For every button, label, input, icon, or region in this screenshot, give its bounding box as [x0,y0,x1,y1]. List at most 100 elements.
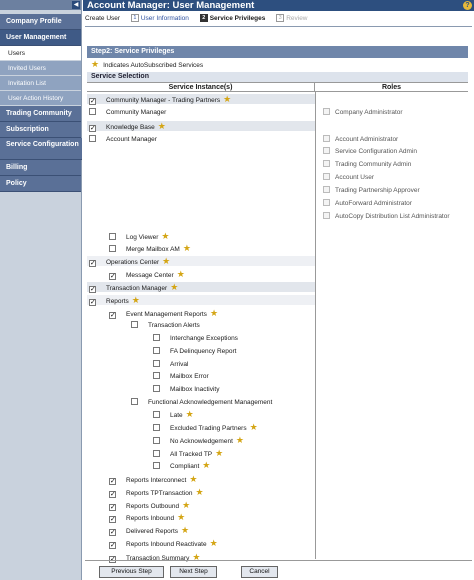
step-number-1: 1 [130,14,139,23]
wizard-step-label: Review [286,15,308,22]
service-label: Reports Outbound [126,503,180,510]
sidebar-section-service-configuration[interactable]: Service Configuration [0,138,82,160]
role-checkbox[interactable] [323,108,330,115]
sidebar-section-user-management[interactable]: User Management [0,30,81,46]
service-row: Compliant ★ [153,461,210,471]
role-label: Trading Partnership Approver [335,187,420,194]
sidebar-section-trading-community[interactable]: Trading Community [0,106,81,122]
autosubscribed-star-icon: ★ [249,422,258,432]
service-label: Arrival [170,361,189,368]
service-checkbox[interactable] [153,462,160,469]
sidebar-section-billing[interactable]: Billing [0,160,81,176]
service-row: Transaction Alerts [131,321,200,330]
service-label: Reports TPTransaction [126,490,193,497]
service-checkbox[interactable] [109,233,116,240]
service-label: Message Center [126,272,174,279]
service-row: Interchange Exceptions [153,334,238,343]
service-row: Reports★ [89,296,140,306]
service-row: Log Viewer ★ [109,232,169,242]
role-checkbox[interactable] [323,135,330,142]
service-checkbox[interactable] [153,424,160,431]
help-icon[interactable]: ? [463,1,472,10]
step-number-3: 3 [276,14,285,23]
next-step-button[interactable]: Next Step [170,566,217,578]
autosubscribed-star-icon: ★ [202,460,211,470]
service-checkbox[interactable] [109,504,116,511]
service-checkbox[interactable] [89,125,96,132]
service-checkbox[interactable] [109,491,116,498]
collapse-left-icon[interactable]: ◀ [72,1,80,9]
service-checkbox[interactable] [89,108,96,115]
column-header-roles: Roles [381,84,402,91]
autosubscribed-star-icon: ★ [182,500,191,510]
service-row: Reports TPTransaction★ [109,488,204,498]
previous-step-button[interactable]: Previous Step [99,566,164,578]
cancel-button[interactable]: Cancel [241,566,278,578]
service-checkbox[interactable] [89,286,96,293]
role-checkbox[interactable] [323,212,330,219]
role-checkbox[interactable] [323,199,330,206]
service-checkbox[interactable] [153,347,160,354]
service-row: Mailbox Inactivity [153,385,220,394]
step-header: Step2: Service Privileges [87,46,468,58]
role-checkbox[interactable] [323,147,330,154]
sidebar-item-invited-users[interactable]: Invited Users [0,61,81,76]
service-label: Reports Inbound [126,515,175,522]
service-checkbox[interactable] [109,529,116,536]
service-checkbox[interactable] [109,312,116,319]
role-checkbox[interactable] [323,160,330,167]
service-label: Log Viewer [126,234,159,241]
service-label: Late [170,412,183,419]
service-checkbox[interactable] [109,478,116,485]
sidebar-section-subscription[interactable]: Subscription [0,122,81,138]
role-label: AutoForward Administrator [335,200,412,207]
autosubscribed-star-icon: ★ [157,121,166,131]
service-checkbox[interactable] [153,385,160,392]
service-checkbox[interactable] [153,334,160,341]
autosubscribed-star-icon: ★ [209,538,218,548]
role-label: AutoCopy Distribution List Administrator [335,213,450,220]
autosubscribed-star-icon: ★ [176,269,185,279]
autosubscribed-star-icon: ★ [177,512,186,522]
sidebar-item-user-action-history[interactable]: User Action History [0,91,81,106]
service-row: No Acknowledgement ★ [153,436,244,446]
sidebar-item-invitation-list[interactable]: Invitation List [0,76,81,91]
service-row: Event Management Reports★ [109,309,218,319]
service-checkbox[interactable] [109,516,116,523]
service-checkbox[interactable] [89,135,96,142]
service-checkbox[interactable] [153,450,160,457]
service-checkbox[interactable] [109,273,116,280]
service-checkbox[interactable] [109,245,116,252]
wizard-step-user-information[interactable]: 1 User Information [130,14,189,23]
autosubscribed-star-icon: ★ [162,256,171,266]
service-checkbox[interactable] [109,542,116,549]
autosubscribed-star-icon: ★ [209,308,219,318]
service-checkbox[interactable] [153,411,160,418]
service-label: Transaction Manager [106,285,168,292]
service-checkbox[interactable] [153,360,160,367]
role-checkbox[interactable] [323,173,330,180]
sidebar: ◀ Company Profile User Management Users … [0,0,82,580]
autosubscribed-star-icon: ★ [223,94,232,104]
service-checkbox[interactable] [153,372,160,379]
service-checkbox[interactable] [153,437,160,444]
service-checkbox[interactable] [131,321,138,328]
sidebar-item-users[interactable]: Users [0,46,81,61]
column-header-service: Service Instance(s) [87,83,315,92]
service-row: Functional Acknowledgement Management [131,398,272,407]
service-checkbox[interactable] [89,260,96,267]
service-checkbox[interactable] [89,98,96,105]
sidebar-section-company-profile[interactable]: Company Profile [0,14,81,30]
service-label: No Acknowledgement [170,438,233,445]
main-panel: Account Manager: User Management ? Creat… [83,0,474,580]
sidebar-section-policy[interactable]: Policy [0,176,81,192]
autosubscribed-star-icon: ★ [161,231,170,241]
service-row: Excluded Trading Partners ★ [153,423,258,433]
role-checkbox[interactable] [323,186,330,193]
column-divider [315,92,316,559]
wizard-step-service-privileges: 2 Service Privileges [199,14,265,23]
service-row: Late ★ [153,410,194,420]
role-row: Trading Community Admin [323,160,411,169]
service-checkbox[interactable] [89,299,96,306]
service-checkbox[interactable] [131,398,138,405]
